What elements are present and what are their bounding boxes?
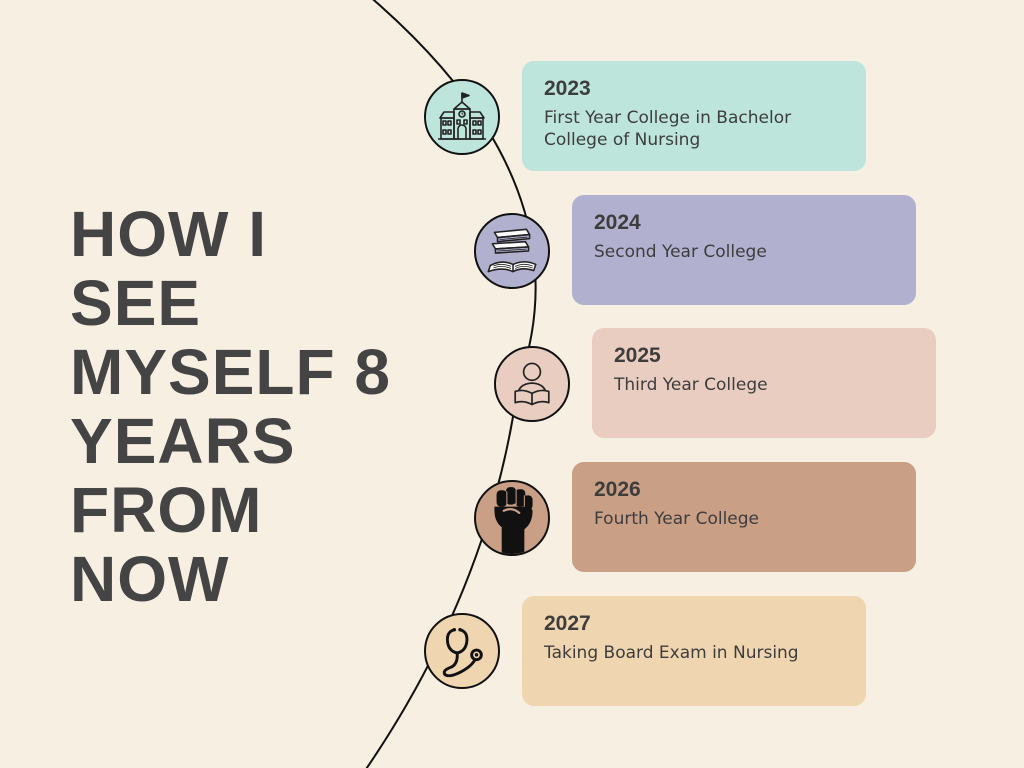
books-icon (487, 228, 537, 273)
timeline-description: Second Year College (594, 242, 767, 262)
timeline-description: First Year College in Bachelor College o… (544, 108, 792, 150)
timeline-card-2024: 2024 Second Year College (572, 195, 916, 305)
timeline-card-2026: 2026 Fourth Year College (572, 462, 916, 572)
timeline-description: Fourth Year College (594, 509, 760, 529)
timeline-card-2025: 2025 Third Year College (592, 328, 936, 438)
timeline-node-2024 (474, 213, 550, 289)
timeline-year: 2025 (614, 344, 661, 367)
title-line: FROM (70, 474, 263, 546)
timeline-card-2027: 2027 Taking Board Exam in Nursing (522, 596, 866, 706)
timeline-year: 2023 (544, 77, 591, 100)
timeline-node-2025 (494, 346, 570, 422)
timeline-description: Third Year College (614, 375, 768, 395)
title-line: NOW (70, 543, 230, 615)
timeline-description: Taking Board Exam in Nursing (544, 643, 799, 663)
timeline-node-2026 (474, 480, 550, 556)
stethoscope-icon (442, 627, 483, 678)
timeline-year: 2027 (544, 612, 591, 635)
title-line: HOW I (70, 198, 267, 270)
timeline-year: 2024 (594, 211, 641, 234)
title-line: YEARS (70, 405, 296, 477)
title-line: SEE (70, 267, 202, 339)
page-title: HOW I SEE MYSELF 8 YEARS FROM NOW (70, 200, 430, 614)
raised-fist-icon (494, 487, 533, 554)
timeline-node-2027 (424, 613, 500, 689)
student-reading-icon (514, 362, 550, 406)
timeline-node-2023 (424, 79, 500, 155)
school-building-icon (438, 92, 486, 140)
timeline-year: 2026 (594, 478, 641, 501)
timeline-card-2023: 2023 First Year College in Bachelor Coll… (522, 61, 866, 171)
title-line: MYSELF 8 (70, 336, 391, 408)
